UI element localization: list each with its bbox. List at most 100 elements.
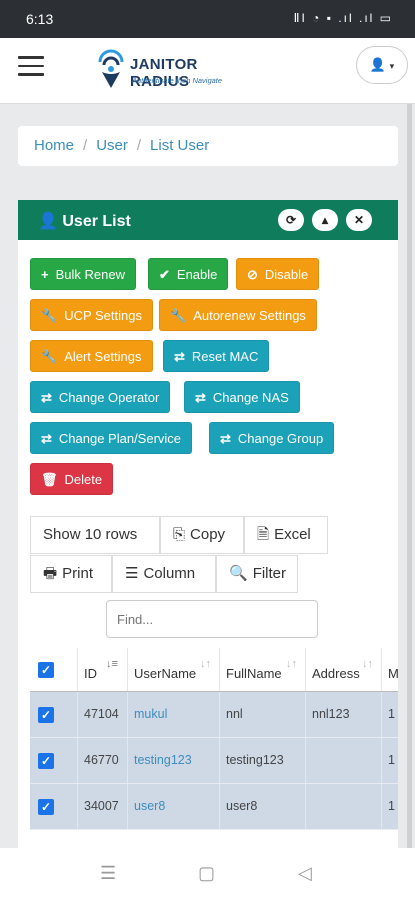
- close-icon[interactable]: ✕: [346, 209, 372, 231]
- collapse-icon[interactable]: ▴: [312, 209, 338, 231]
- breadcrumb-home[interactable]: Home: [34, 137, 74, 154]
- change-plan-button[interactable]: ⇄ Change Plan/Service: [30, 422, 193, 454]
- recent-apps-icon[interactable]: ☰: [100, 863, 116, 884]
- breadcrumb: Home / User / List User: [18, 126, 398, 166]
- sort-icon: ↓↑: [286, 658, 297, 670]
- wrench-icon: 🔧: [41, 349, 58, 364]
- autorenew-settings-label: Autorenew Settings: [193, 308, 306, 323]
- delete-label: Delete: [64, 472, 103, 487]
- cell-id-text: 47104: [84, 707, 119, 721]
- search-input[interactable]: [106, 600, 318, 638]
- cell-fullname-text: user8: [226, 799, 258, 813]
- user-icon: 👤: [38, 213, 63, 230]
- user-icon: 👤: [369, 57, 387, 72]
- select-all-checkbox[interactable]: ✓: [38, 662, 54, 678]
- username-link[interactable]: user8: [134, 799, 165, 813]
- ucp-settings-label: UCP Settings: [64, 308, 142, 323]
- table-row[interactable]: ✓ 34007 user8 user8 1: [30, 784, 398, 830]
- ucp-settings-button[interactable]: 🔧 UCP Settings: [30, 299, 153, 331]
- header-m: M: [388, 666, 398, 681]
- change-operator-button[interactable]: ⇄ Change Operator: [30, 381, 171, 413]
- status-time: 6:13: [26, 11, 54, 27]
- home-icon[interactable]: ▢: [198, 863, 215, 884]
- cell-fullname: user8: [220, 784, 306, 829]
- row-checkbox[interactable]: ✓: [38, 707, 54, 723]
- breadcrumb-list-user[interactable]: List User: [150, 137, 209, 154]
- alert-settings-button[interactable]: 🔧 Alert Settings: [30, 340, 153, 372]
- table-row[interactable]: ✓ 47104 mukul nnl nnl123 1: [30, 692, 398, 738]
- wrench-icon: 🔧: [41, 308, 58, 323]
- filter-button[interactable]: 🔍 Filter: [216, 555, 298, 593]
- bulk-renew-button[interactable]: + Bulk Renew: [30, 258, 136, 290]
- cell-m-text: 1: [388, 799, 395, 813]
- username-link[interactable]: mukul: [134, 707, 167, 721]
- wrench-icon: 🔧: [170, 308, 187, 323]
- row-select-cell: ✓: [30, 692, 78, 737]
- table-row[interactable]: ✓ 46770 testing123 testing123 1: [30, 738, 398, 784]
- cell-id-text: 46770: [84, 753, 119, 767]
- cell-id-text: 34007: [84, 799, 119, 813]
- ban-icon: ⊘: [247, 267, 258, 282]
- username-link[interactable]: testing123: [134, 753, 192, 767]
- page-scrollbar[interactable]: [407, 104, 412, 848]
- cell-username: user8: [128, 784, 220, 829]
- logo[interactable]: JANITOR RADIUS Authenticate then Navigat…: [96, 48, 256, 94]
- change-group-button[interactable]: ⇄ Change Group: [209, 422, 335, 454]
- print-icon: 🖶: [43, 565, 58, 582]
- print-label: Print: [62, 565, 94, 582]
- header-cell-fullname[interactable]: FullName ↓↑: [220, 648, 306, 691]
- table-header-row: ✓ ID ↓≡ UserName ↓↑ FullName ↓↑ Address …: [30, 648, 398, 692]
- alert-settings-label: Alert Settings: [64, 349, 142, 364]
- column-button[interactable]: ☰ Column: [112, 555, 216, 593]
- excel-label: Excel: [274, 526, 311, 543]
- status-icons: ⅡI ◔ ▪ .ıl .ıl ▭: [293, 11, 393, 25]
- back-icon[interactable]: ◁: [298, 863, 312, 884]
- logo-tagline: Authenticate then Navigate: [132, 76, 223, 85]
- change-nas-button[interactable]: ⇄ Change NAS: [184, 381, 300, 413]
- header-cell-m[interactable]: M: [382, 648, 398, 691]
- status-bar: 6:13 ⅡI ◔ ▪ .ıl .ıl ▭: [0, 0, 415, 38]
- chevron-down-icon: ▾: [389, 61, 395, 71]
- refresh-icon[interactable]: ⟳: [278, 209, 304, 231]
- disable-button[interactable]: ⊘ Disable: [236, 258, 320, 290]
- row-checkbox[interactable]: ✓: [38, 799, 54, 815]
- bulk-renew-label: Bulk Renew: [55, 267, 125, 282]
- enable-button[interactable]: ✔ Enable: [148, 258, 229, 290]
- header-cell-address[interactable]: Address ↓↑: [306, 648, 382, 691]
- show-rows-button[interactable]: Show 10 rows: [30, 516, 160, 554]
- excel-button[interactable]: 🗎 Excel: [244, 516, 328, 554]
- cell-fullname-text: nnl: [226, 707, 243, 721]
- user-list-panel: 👤 User List ⟳ ▴ ✕ + Bulk Renew ✔ Enable ⊘ D…: [18, 200, 398, 848]
- cell-address-text: nnl123: [312, 707, 350, 721]
- autorenew-settings-button[interactable]: 🔧 Autorenew Settings: [159, 299, 317, 331]
- menu-icon[interactable]: [18, 56, 44, 76]
- delete-button[interactable]: 🗑 Delete: [30, 463, 114, 495]
- print-button[interactable]: 🖶 Print: [30, 555, 112, 593]
- header-id: ID: [84, 666, 97, 681]
- filter-label: Filter: [252, 565, 287, 582]
- column-label: Column: [143, 565, 196, 582]
- excel-icon: 🗎: [257, 526, 270, 543]
- disable-label: Disable: [264, 267, 309, 282]
- header-address: Address: [312, 666, 360, 681]
- cell-fullname-text: testing123: [226, 753, 284, 767]
- exchange-icon: ⇄: [41, 390, 52, 405]
- reset-mac-label: Reset MAC: [191, 349, 259, 364]
- trash-icon: 🗑: [41, 472, 58, 487]
- plus-icon: +: [41, 267, 49, 282]
- cell-id: 34007: [78, 784, 128, 829]
- cell-id: 46770: [78, 738, 128, 783]
- user-menu-button[interactable]: 👤 ▾: [356, 46, 408, 84]
- breadcrumb-separator: /: [83, 137, 88, 154]
- row-checkbox[interactable]: ✓: [38, 753, 54, 769]
- copy-button[interactable]: ⎘ Copy: [160, 516, 244, 554]
- header-cell-username[interactable]: UserName ↓↑: [128, 648, 220, 691]
- header-cell-id[interactable]: ID ↓≡: [78, 648, 128, 691]
- breadcrumb-user[interactable]: User: [96, 137, 128, 154]
- panel-title-text: User List: [62, 213, 131, 230]
- sort-icon: ↓↑: [200, 658, 211, 670]
- header-fullname: FullName: [226, 666, 282, 681]
- reset-mac-button[interactable]: ⇄ Reset MAC: [163, 340, 270, 372]
- breadcrumb-separator: /: [136, 137, 142, 154]
- cell-m: 1: [382, 738, 398, 783]
